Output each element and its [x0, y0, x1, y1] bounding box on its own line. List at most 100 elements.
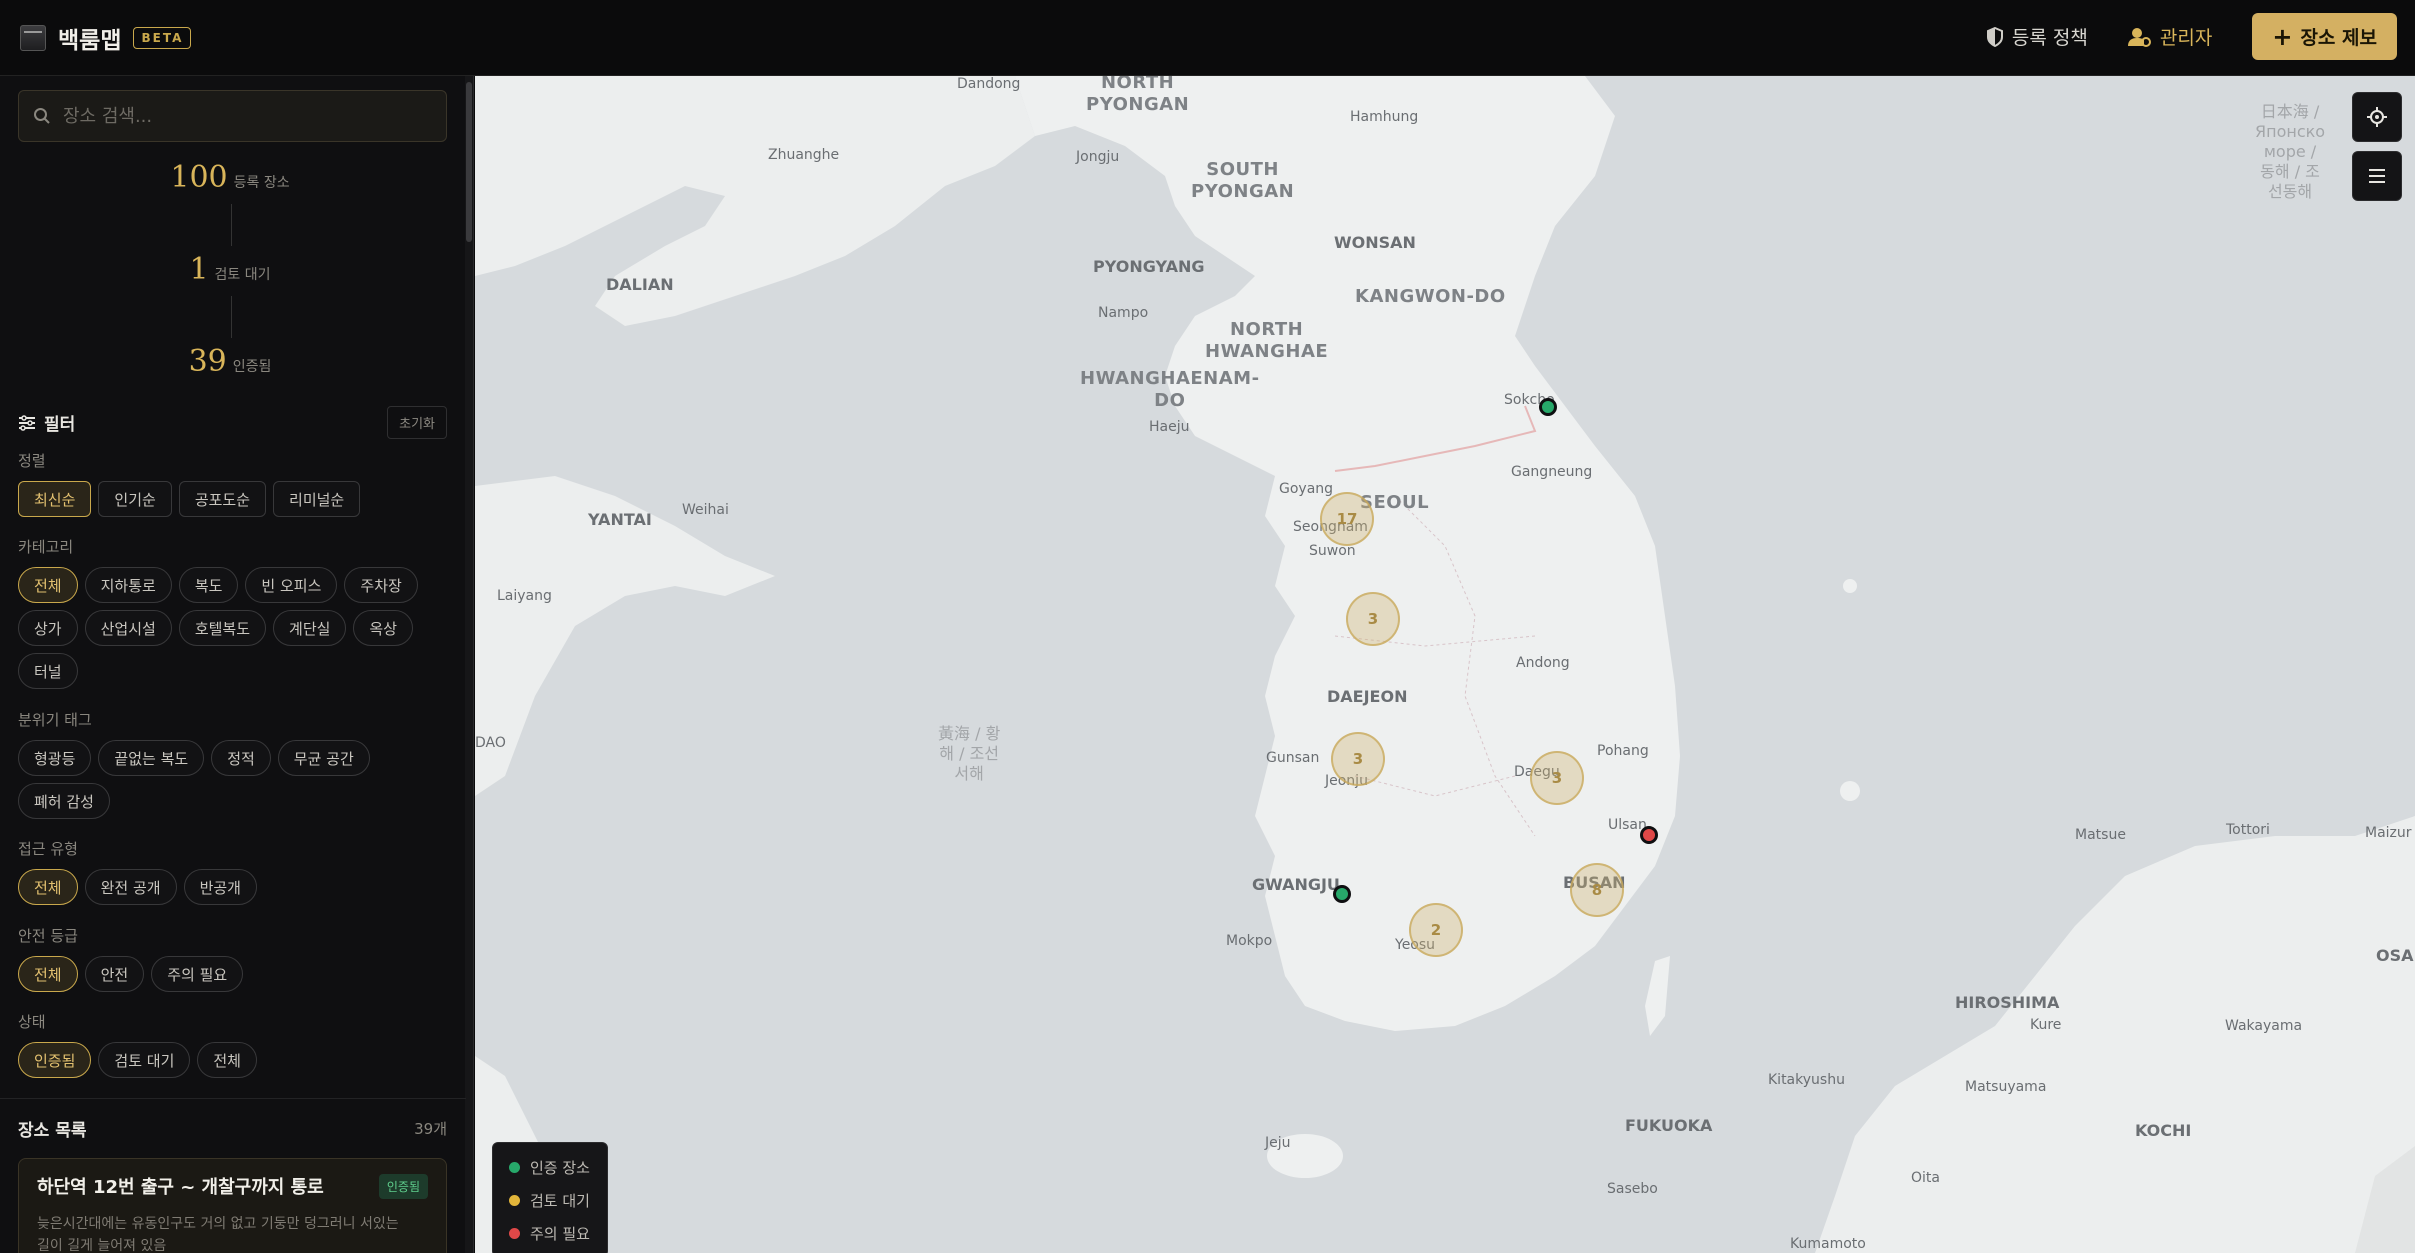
status-pending[interactable]: 검토 대기 — [98, 1042, 191, 1078]
map-label: Sasebo — [1607, 1181, 1658, 1197]
sea-label: 黃海 / 황해 / 조선 서해 — [938, 724, 1001, 783]
sort-option-latest[interactable]: 최신순 — [18, 481, 92, 517]
safety-all[interactable]: 전체 — [18, 956, 78, 992]
map-canvas[interactable]: Dandong NORTH PYONGAN Hamhung Zhuanghe Jo… — [475, 76, 2415, 1253]
map-base — [475, 76, 2415, 1253]
safety-safe[interactable]: 안전 — [84, 956, 145, 992]
map-label: Kure — [2030, 1017, 2062, 1033]
legend-warning: 주의 필요 — [509, 1223, 591, 1244]
policy-link-label: 등록 정책 — [2011, 27, 2088, 49]
map-label: HWANGHAENAM- DO — [1080, 368, 1260, 411]
map-label: Andong — [1516, 655, 1570, 671]
map-label: DAO — [475, 735, 506, 751]
category-rooftop[interactable]: 옥상 — [353, 610, 414, 646]
map-label: Dandong — [957, 76, 1021, 92]
sea-label: 日本海 / Японско море / 동해 / 조 선동해 — [2255, 102, 2326, 201]
category-mall[interactable]: 상가 — [18, 610, 78, 646]
category-underpass[interactable]: 지하통로 — [84, 567, 172, 603]
mood-sterile[interactable]: 무균 공간 — [277, 740, 370, 776]
top-bar: 백룸맵 BETA 등록 정책 관리자 + 장소 제보 — [0, 0, 2415, 76]
map-marker-verified[interactable] — [1539, 398, 1557, 416]
beta-badge: BETA — [133, 26, 192, 49]
stat-divider — [231, 296, 232, 338]
map-label: Kumamoto — [1790, 1236, 1866, 1252]
map-cluster[interactable]: 3 — [1331, 732, 1385, 786]
category-empty-office[interactable]: 빈 오피스 — [245, 567, 338, 603]
logo-icon — [20, 24, 46, 51]
locate-button[interactable] — [2352, 92, 2402, 142]
map-label: Pohang — [1597, 743, 1649, 759]
policy-link[interactable]: 등록 정책 — [1986, 23, 2088, 50]
category-industrial[interactable]: 산업시설 — [84, 610, 172, 646]
safety-caution[interactable]: 주의 필요 — [151, 956, 244, 992]
admin-link-label: 관리자 — [2159, 27, 2213, 49]
yellow-dot-icon — [509, 1195, 520, 1206]
mood-ruins[interactable]: 폐허 감성 — [18, 783, 110, 819]
place-list-header: 장소 목록 39개 — [18, 1116, 447, 1141]
menu-button[interactable] — [2352, 151, 2402, 201]
status-label: 상태 — [18, 1013, 46, 1031]
status-all[interactable]: 전체 — [197, 1042, 257, 1078]
safety-chips: 전체 안전 주의 필요 — [18, 956, 458, 999]
map-label: Tottori — [2226, 822, 2270, 838]
category-hotel-hallway[interactable]: 호텔복도 — [178, 610, 267, 646]
map-label: OSA — [2376, 946, 2414, 965]
search-input[interactable] — [63, 105, 423, 127]
map-label: Maizur — [2365, 825, 2412, 841]
map-legend: 인증 장소 검토 대기 주의 필요 — [492, 1142, 608, 1253]
map-label: KOCHI — [2135, 1121, 2192, 1140]
map-label: NORTH PYONGAN — [1086, 76, 1190, 115]
status-verified[interactable]: 인증됨 — [18, 1042, 92, 1078]
mood-chips: 형광등 끝없는 복도 정적 무균 공간 폐허 감성 — [18, 740, 458, 826]
search-box[interactable] — [18, 90, 447, 142]
scrollbar-thumb[interactable] — [466, 82, 472, 242]
map-marker-warning[interactable] — [1640, 826, 1658, 844]
submit-place-label: 장소 제보 — [2300, 27, 2377, 49]
plus-icon: + — [2272, 22, 2293, 51]
category-stairwell[interactable]: 계단실 — [273, 610, 347, 646]
access-public[interactable]: 완전 공개 — [84, 869, 177, 905]
map-marker-verified[interactable] — [1333, 885, 1351, 903]
access-semi-public[interactable]: 반공개 — [183, 869, 257, 905]
mood-endless-hallway[interactable]: 끝없는 복도 — [98, 740, 205, 776]
map-label: Jongju — [1076, 149, 1120, 165]
admin-user-icon — [2127, 27, 2151, 47]
mood-fluorescent[interactable]: 형광등 — [18, 740, 92, 776]
mood-silence[interactable]: 정적 — [211, 740, 271, 776]
sort-option-liminal[interactable]: 리미널순 — [273, 481, 361, 517]
map-label: Zhuanghe — [768, 147, 840, 163]
map-label: DALIAN — [606, 275, 674, 294]
stat-verified: 39 인증됨 — [0, 344, 460, 379]
map-cluster[interactable]: 8 — [1570, 863, 1624, 917]
map-label: KANGWON-DO — [1355, 286, 1506, 307]
stat-pending-value: 1 — [189, 252, 209, 287]
category-tunnel[interactable]: 터널 — [18, 653, 78, 689]
access-all[interactable]: 전체 — [18, 869, 78, 905]
stat-verified-value: 39 — [188, 344, 227, 379]
category-all[interactable]: 전체 — [18, 567, 78, 603]
place-card-description: 늦은시간대에는 유동인구도 거의 없고 기둥만 덩그러니 서있는 길이 길게 늘… — [37, 1213, 428, 1253]
stat-pending: 1 검토 대기 — [0, 252, 460, 287]
place-card[interactable]: 하단역 12번 출구 ~ 개찰구까지 통로 인증됨 늦은시간대에는 유동인구도 … — [18, 1158, 447, 1253]
mood-label: 분위기 태그 — [18, 711, 92, 729]
sort-option-popular[interactable]: 인기순 — [98, 481, 172, 517]
category-hallway[interactable]: 복도 — [178, 567, 239, 603]
stat-registered-value: 100 — [170, 160, 228, 195]
map-cluster[interactable]: 3 — [1346, 592, 1400, 646]
category-label: 카테고리 — [18, 538, 74, 556]
submit-place-button[interactable]: + 장소 제보 — [2252, 13, 2397, 60]
stat-divider — [231, 204, 232, 246]
map-label: Hamhung — [1350, 109, 1419, 125]
sidebar-scrollbar[interactable] — [465, 76, 473, 1253]
sort-option-fear[interactable]: 공포도순 — [178, 481, 267, 517]
reset-filters-button[interactable]: 초기화 — [387, 406, 447, 439]
sort-chips: 최신순 인기순 공포도순 리미널순 — [18, 481, 458, 524]
map-cluster[interactable]: 2 — [1409, 903, 1463, 957]
admin-link[interactable]: 관리자 — [2127, 23, 2213, 50]
map-cluster[interactable]: 17 — [1320, 492, 1374, 546]
map-label: Laiyang — [497, 588, 552, 604]
category-chips: 전체 지하통로 복도 빈 오피스 주차장 상가 산업시설 호텔복도 계단실 옥상… — [18, 567, 458, 696]
brand[interactable]: 백룸맵 BETA — [20, 21, 192, 55]
category-parking[interactable]: 주차장 — [344, 567, 418, 603]
map-cluster[interactable]: 3 — [1530, 751, 1584, 805]
